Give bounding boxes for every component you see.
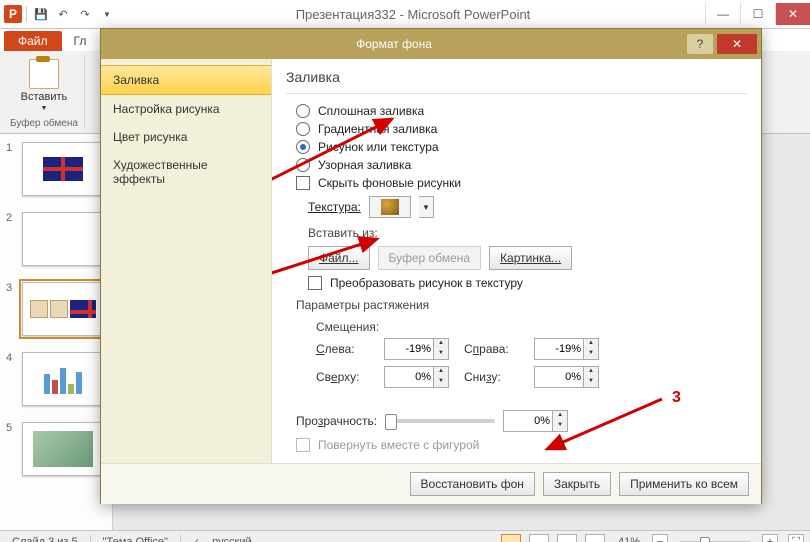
clipboard-icon — [29, 59, 59, 89]
thumbnail-2[interactable]: 2 — [0, 204, 112, 274]
paste-label: Вставить — [21, 91, 68, 103]
clipboard-group: Вставить ▼ Буфер обмена — [4, 55, 85, 129]
transparency-row: Прозрачность: ▲▼ — [296, 410, 747, 432]
slideshow-view-button[interactable] — [585, 534, 605, 542]
file-button[interactable]: Файл... — [308, 246, 370, 270]
save-icon[interactable]: 💾 — [31, 4, 51, 24]
offsets-heading: Смещения: — [316, 320, 747, 334]
offset-right-label: Справа: — [464, 342, 524, 356]
window-title: Презентация332 - Microsoft PowerPoint — [121, 7, 705, 22]
checkbox-rotate-with-shape: Повернуть вместе с фигурой — [296, 438, 747, 452]
zoom-percent[interactable]: 41% — [612, 536, 646, 542]
insert-from-row: Файл... Буфер обмена Картинка... — [308, 246, 747, 270]
dialog-close-button[interactable]: ✕ — [717, 34, 757, 54]
close-dialog-button[interactable]: Закрыть — [543, 472, 611, 496]
undo-icon[interactable]: ↶ — [53, 4, 73, 24]
offset-bottom-input[interactable]: ▲▼ — [534, 366, 604, 388]
radio-solid-fill[interactable]: Сплошная заливка — [296, 104, 747, 118]
thumbnail-3[interactable]: 3 — [0, 274, 112, 344]
nav-picture-adjust[interactable]: Настройка рисунка — [101, 95, 271, 123]
file-tab[interactable]: Файл — [4, 31, 62, 51]
transparency-input[interactable]: ▲▼ — [503, 410, 568, 432]
transparency-slider[interactable] — [385, 419, 495, 423]
radio-gradient-fill[interactable]: Градиентная заливка — [296, 122, 747, 136]
close-button[interactable]: ✕ — [775, 3, 810, 25]
offsets-grid: Слева: ▲▼ Справа: ▲▼ Сверху: ▲▼ Снизу: ▲… — [316, 338, 747, 388]
slide-thumbnails[interactable]: 1 2 3 4 5 — [0, 134, 113, 530]
dialog-title: Формат фона — [101, 37, 687, 51]
offset-top-label: Сверху: — [316, 370, 374, 384]
sorter-view-button[interactable] — [529, 534, 549, 542]
thumbnail-1[interactable]: 1 — [0, 134, 112, 204]
checkbox-hide-bg[interactable]: Скрыть фоновые рисунки — [296, 176, 747, 190]
dialog-footer: Восстановить фон Закрыть Применить ко вс… — [101, 463, 761, 504]
offset-top-input[interactable]: ▲▼ — [384, 366, 454, 388]
thumbnail-5[interactable]: 5 — [0, 414, 112, 484]
texture-dropdown[interactable]: ▼ — [419, 196, 434, 218]
annotation-number-3: 3 — [672, 389, 681, 407]
paste-button[interactable]: Вставить ▼ — [17, 55, 72, 116]
reset-background-button[interactable]: Восстановить фон — [410, 472, 535, 496]
nav-fill[interactable]: Заливка — [101, 65, 271, 95]
status-bar: Слайд 3 из 5 "Тема Office" ✓ русский 41%… — [0, 530, 810, 542]
normal-view-button[interactable] — [501, 534, 521, 542]
transparency-label: Прозрачность: — [296, 414, 377, 428]
chevron-down-icon: ▼ — [41, 105, 48, 112]
fit-button[interactable]: ⛶ — [788, 534, 804, 542]
zoom-in-button[interactable]: + — [762, 534, 778, 542]
window-controls: — ☐ ✕ — [705, 3, 810, 25]
maximize-button[interactable]: ☐ — [740, 3, 775, 25]
language[interactable]: русский — [206, 536, 257, 542]
app-icon: P — [4, 5, 22, 23]
redo-icon[interactable]: ↷ — [75, 4, 95, 24]
nav-artistic-effects[interactable]: Художественные эффекты — [101, 151, 271, 193]
zoom-out-button[interactable]: − — [652, 534, 668, 542]
powerpoint-window: P 💾 ↶ ↷ ▼ Презентация332 - Microsoft Pow… — [0, 0, 810, 542]
slide-counter: Слайд 3 из 5 — [6, 536, 84, 542]
flag-icon — [43, 157, 83, 181]
qat-dropdown-icon[interactable]: ▼ — [97, 4, 117, 24]
texture-picker[interactable] — [369, 196, 411, 218]
reading-view-button[interactable] — [557, 534, 577, 542]
texture-row: Текстура: ▼ — [308, 196, 747, 218]
insert-from-label: Вставить из: — [308, 226, 747, 240]
dialog-nav: Заливка Настройка рисунка Цвет рисунка Х… — [101, 59, 272, 463]
separator — [26, 6, 27, 22]
nav-picture-color[interactable]: Цвет рисунка — [101, 123, 271, 151]
clipart-button[interactable]: Картинка... — [489, 246, 572, 270]
texture-swatch-icon — [381, 199, 399, 215]
offset-left-input[interactable]: ▲▼ — [384, 338, 454, 360]
offset-bottom-label: Снизу: — [464, 370, 524, 384]
format-background-dialog: Формат фона ? ✕ Заливка Настройка рисунк… — [100, 28, 762, 504]
clipboard-group-label: Буфер обмена — [10, 118, 78, 129]
offset-right-input[interactable]: ▲▼ — [534, 338, 604, 360]
minimize-button[interactable]: — — [705, 3, 740, 25]
home-tab-partial[interactable]: Гл — [64, 31, 97, 51]
thumbnail-4[interactable]: 4 — [0, 344, 112, 414]
title-bar: P 💾 ↶ ↷ ▼ Презентация332 - Microsoft Pow… — [0, 0, 810, 29]
dialog-content: Заливка Сплошная заливка Градиентная зал… — [272, 59, 761, 463]
stretch-heading: Параметры растяжения — [296, 298, 747, 312]
dialog-titlebar[interactable]: Формат фона ? ✕ — [101, 29, 761, 59]
offset-left-label: Слева: — [316, 342, 374, 356]
clipboard-button: Буфер обмена — [378, 246, 482, 270]
chart-icon — [44, 364, 82, 394]
checkbox-tile[interactable]: Преобразовать рисунок в текстуру — [308, 276, 747, 290]
theme-name: "Тема Office" — [97, 536, 174, 542]
radio-pattern-fill[interactable]: Узорная заливка — [296, 158, 747, 172]
dialog-help-button[interactable]: ? — [687, 34, 713, 54]
spellcheck-icon[interactable]: ✓ — [191, 536, 200, 542]
apply-all-button[interactable]: Применить ко всем — [619, 472, 749, 496]
quick-access-toolbar: P 💾 ↶ ↷ ▼ — [0, 4, 121, 24]
texture-label: Текстура: — [308, 200, 361, 214]
section-fill-title: Заливка — [286, 69, 747, 85]
radio-picture-fill[interactable]: Рисунок или текстура — [296, 140, 747, 154]
dialog-body: Заливка Настройка рисунка Цвет рисунка Х… — [101, 59, 761, 463]
